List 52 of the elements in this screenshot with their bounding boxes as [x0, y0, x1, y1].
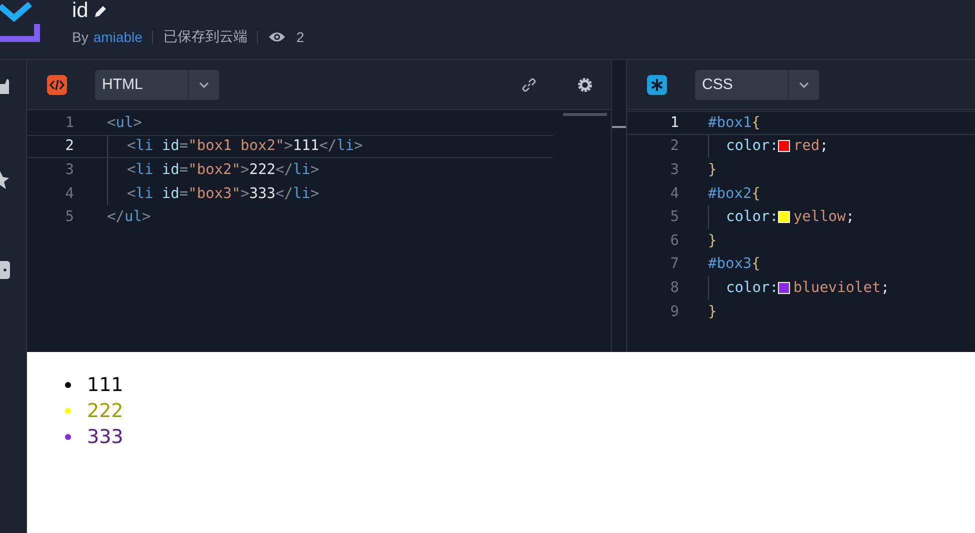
line-number: 5 — [64, 209, 74, 226]
scrollbar-thumb[interactable] — [612, 126, 626, 128]
line-number: 2 — [64, 138, 74, 154]
code-line: <ul> — [107, 114, 142, 133]
line-number: 6 — [669, 232, 679, 249]
line-number: 4 — [669, 186, 679, 202]
settings-icon[interactable] — [577, 76, 593, 92]
code-line: #box2{ — [708, 184, 760, 204]
code-line: <li id="box2">222</li> — [107, 158, 320, 182]
asterisk-icon — [647, 74, 667, 94]
code-line: <li id="box1 box2">111</li> — [107, 136, 363, 158]
code-line: </ul> — [107, 208, 151, 228]
code-icon — [47, 74, 67, 94]
line-number: 2 — [669, 138, 679, 154]
color-swatch[interactable] — [778, 211, 790, 224]
line-number: 7 — [669, 256, 679, 272]
code-line: } — [708, 232, 717, 251]
line-number: 3 — [64, 162, 74, 178]
code-line: color: blueviolet; — [708, 276, 890, 300]
language-dropdown[interactable]: HTML — [95, 70, 219, 100]
list-item: 333 — [87, 426, 124, 448]
line-number: 1 — [669, 114, 679, 131]
line-number: 3 — [669, 162, 679, 178]
code-line: #box3{ — [708, 255, 760, 274]
line-number: 9 — [669, 304, 679, 320]
code-line: #box1{ — [708, 114, 760, 133]
line-number: 1 — [64, 114, 74, 131]
code-line: } — [708, 160, 717, 180]
code-line: <li id="box3">333</li> — [107, 182, 320, 206]
code-line: color: yellow; — [708, 205, 855, 229]
by-label: By — [72, 29, 88, 45]
eye-icon — [268, 31, 286, 43]
color-swatch[interactable] — [778, 282, 790, 294]
line-number: 4 — [64, 186, 74, 202]
code-line: color: red; — [708, 134, 828, 158]
chevron-down-icon — [199, 82, 209, 88]
author-link[interactable]: amiable — [93, 29, 142, 45]
view-count: 2 — [296, 29, 304, 45]
link-icon[interactable] — [521, 76, 537, 92]
chevron-down-icon — [799, 82, 809, 88]
code-line: } — [708, 302, 717, 322]
save-status: 已保存到云端 — [163, 28, 248, 46]
color-swatch[interactable] — [778, 140, 790, 152]
list-item: 222 — [87, 400, 124, 422]
line-number: 8 — [669, 280, 679, 296]
list-item: 111 — [87, 374, 124, 396]
line-number: 5 — [669, 209, 679, 226]
star-icon[interactable] — [0, 171, 10, 189]
language-dropdown[interactable]: CSS — [695, 70, 819, 100]
pencil-icon[interactable] — [94, 4, 108, 18]
project-title: id — [72, 0, 88, 22]
comment-icon[interactable] — [0, 261, 10, 279]
